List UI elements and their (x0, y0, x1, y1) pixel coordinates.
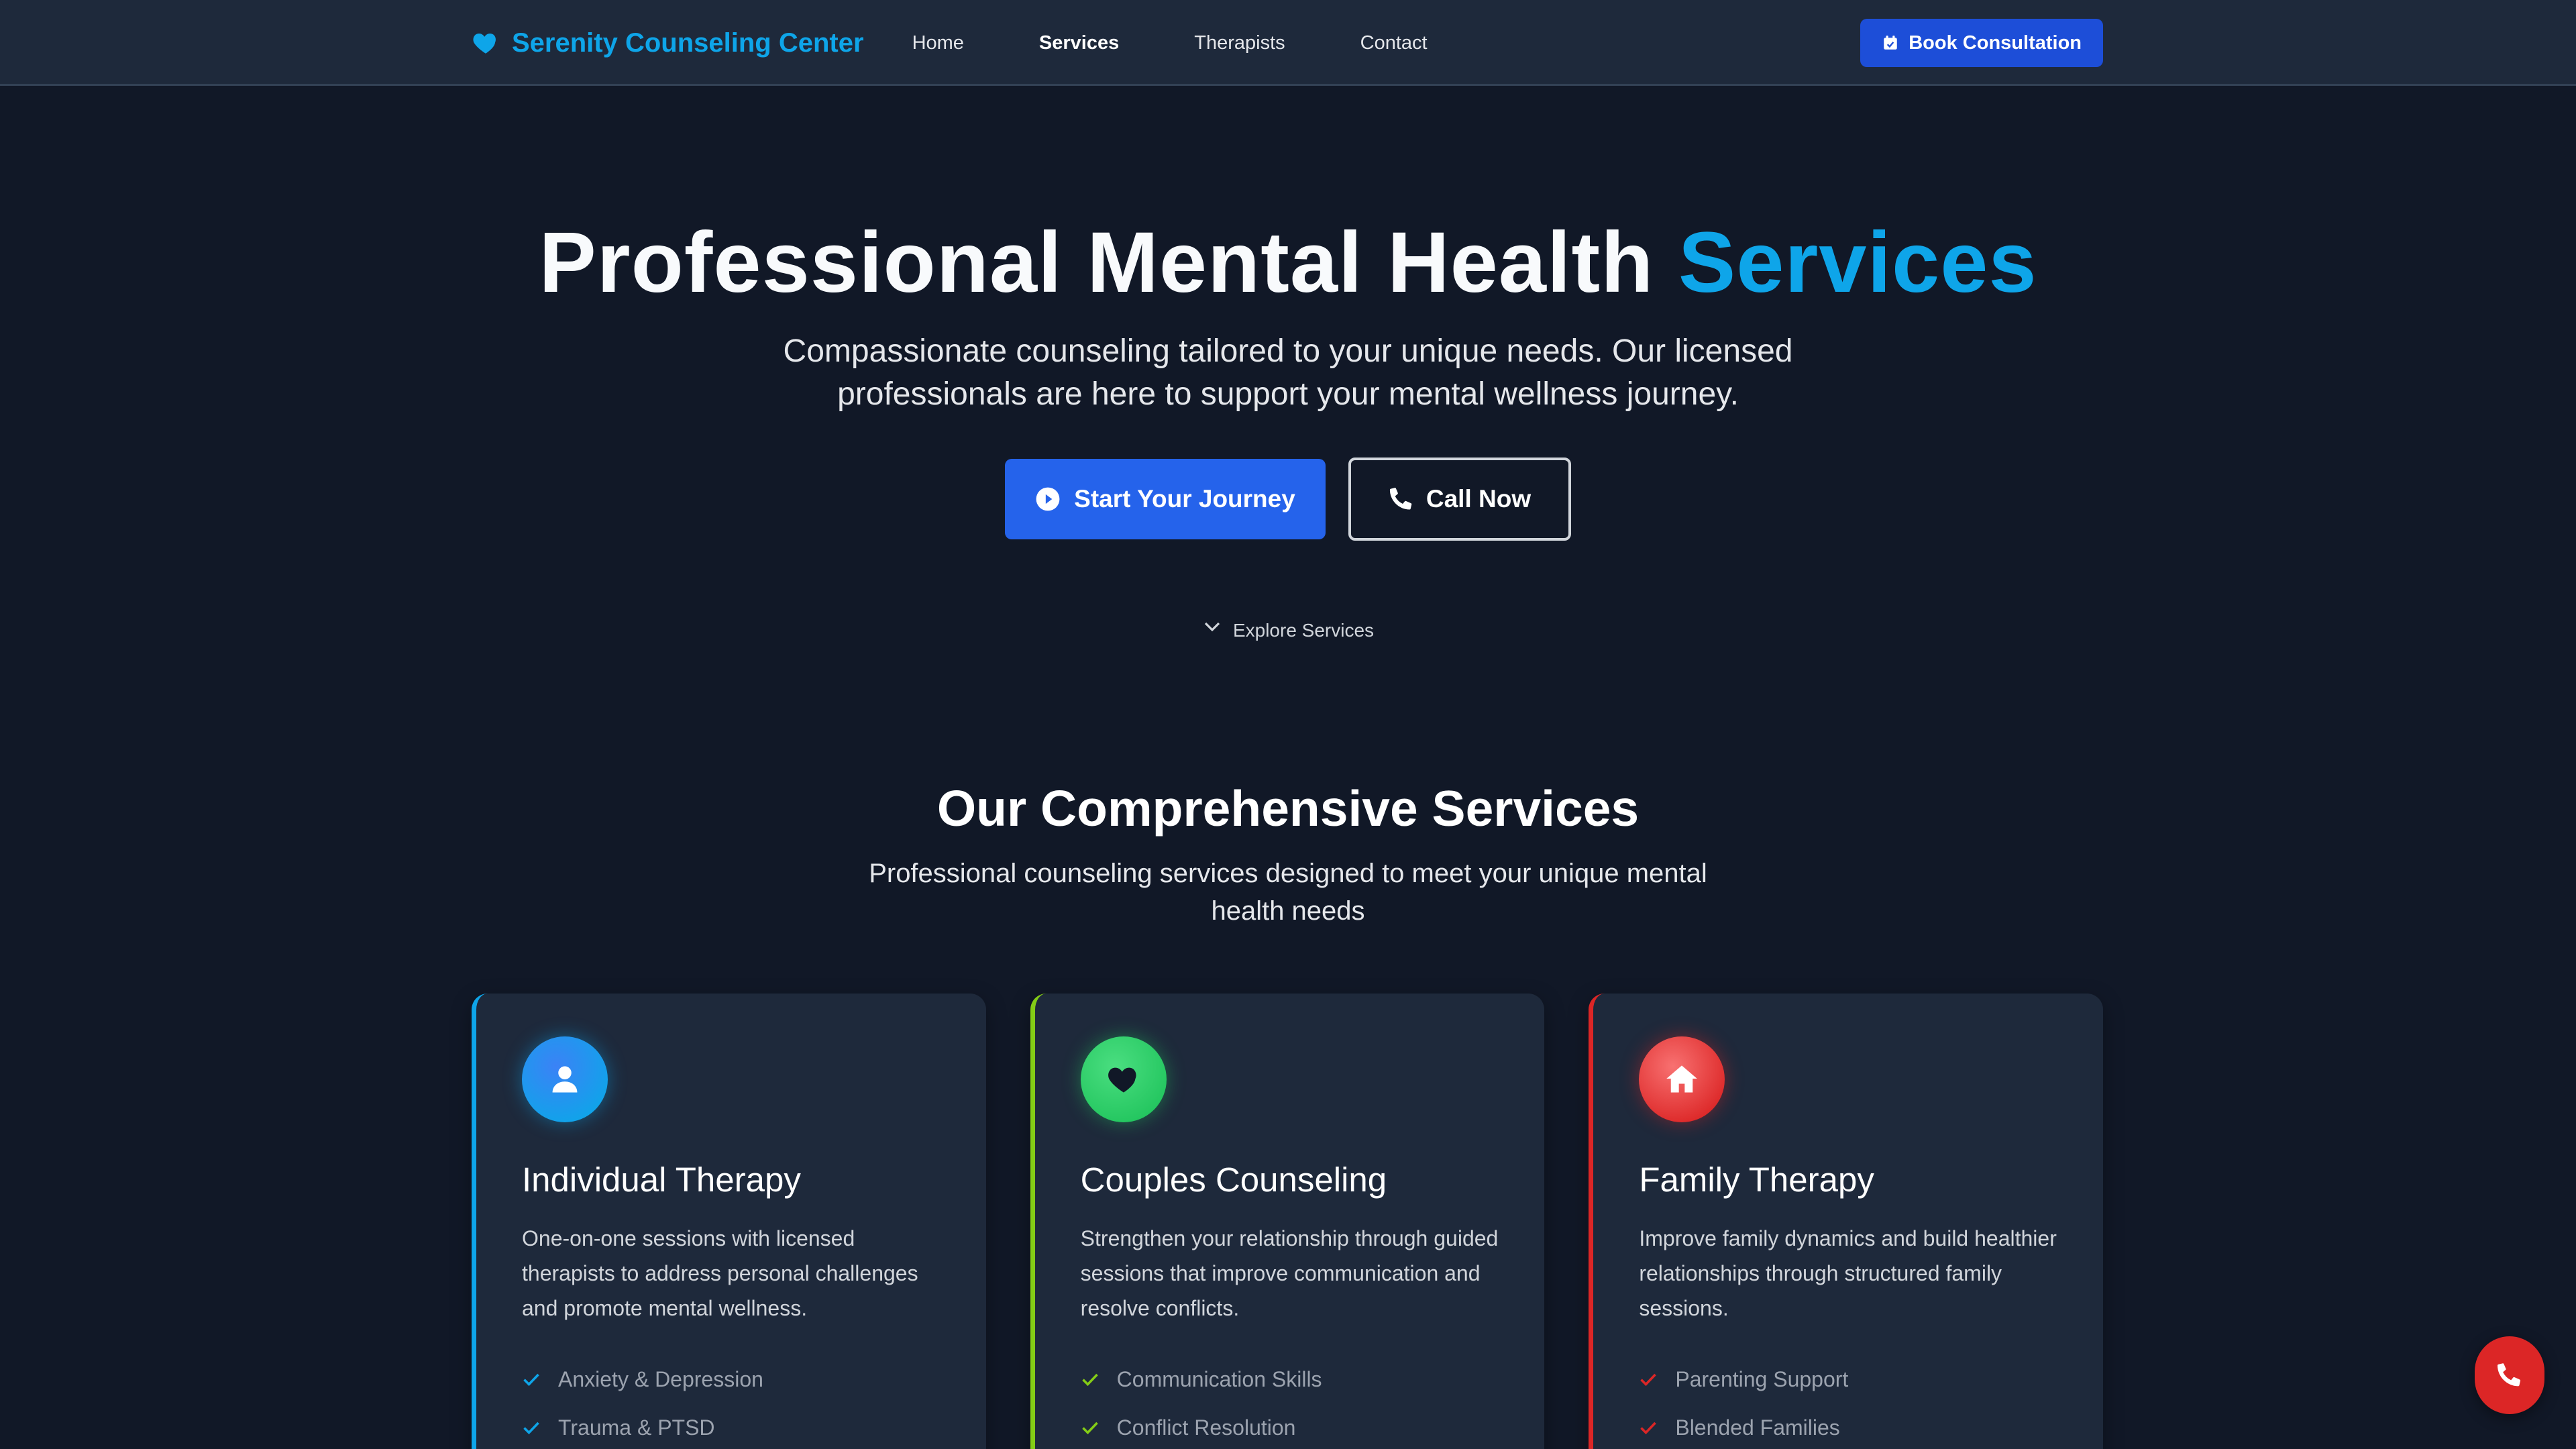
book-consultation-label: Book Consultation (1909, 32, 2082, 54)
hero-title-accent: Services (1678, 215, 2037, 311)
explore-services-link[interactable]: Explore Services (0, 620, 2576, 641)
service-title: Individual Therapy (522, 1161, 801, 1199)
services-cards: Individual Therapy One-on-one sessions w… (472, 994, 2104, 1449)
phone-icon (1389, 488, 1412, 510)
hero-title: Professional Mental Health Services (0, 213, 2576, 312)
service-features: Parenting Support Blended Families (1639, 1355, 2060, 1449)
service-title: Couples Counseling (1080, 1161, 1387, 1199)
home-icon (1666, 1065, 1698, 1093)
hero-subtitle: Compassionate counseling tailored to you… (783, 333, 1793, 412)
user-icon (552, 1066, 578, 1093)
chevron-down-icon (1204, 622, 1220, 632)
service-card-family[interactable]: Family Therapy Improve family dynamics a… (1589, 994, 2104, 1449)
list-item: Conflict Resolution (1081, 1403, 1502, 1449)
book-consultation-button[interactable]: Book Consultation (1860, 19, 2103, 67)
play-circle-icon (1036, 487, 1060, 511)
service-icon-badge (1080, 1036, 1167, 1122)
explore-services-label: Explore Services (1232, 620, 1375, 641)
feature-label: Blended Families (1675, 1415, 1840, 1440)
nav-link-therapists[interactable]: Therapists (1157, 32, 1322, 54)
start-journey-label: Start Your Journey (1074, 485, 1295, 513)
hero-actions: Start Your Journey Call Now (0, 458, 2576, 541)
nav-links: Home Services Therapists Contact (912, 32, 1465, 54)
service-icon-badge (522, 1036, 608, 1122)
list-item: Communication Skills (1081, 1355, 1502, 1403)
brand-name: Serenity Counseling Center (512, 28, 864, 58)
nav-link-services[interactable]: Services (1002, 32, 1157, 54)
service-title: Family Therapy (1639, 1161, 1874, 1199)
check-icon (1640, 1373, 1657, 1387)
feature-label: Conflict Resolution (1116, 1415, 1296, 1440)
nav-link-contact[interactable]: Contact (1323, 32, 1465, 54)
service-features: Communication Skills Conflict Resolution (1081, 1355, 1502, 1449)
nav-link-home[interactable]: Home (912, 32, 1002, 54)
brand-logo[interactable]: Serenity Counseling Center (472, 28, 864, 58)
services-subtitle: Professional counseling services designe… (869, 859, 1707, 926)
service-description: Strengthen your relationship through gui… (1080, 1226, 1499, 1320)
service-description: Improve family dynamics and build health… (1639, 1226, 2057, 1320)
service-icon-badge (1639, 1036, 1725, 1122)
check-icon (523, 1421, 539, 1435)
heart-icon (1108, 1067, 1136, 1093)
services-title: Our Comprehensive Services (936, 780, 1640, 837)
service-features: Anxiety & Depression Trauma & PTSD (522, 1355, 943, 1449)
check-icon (1640, 1421, 1657, 1435)
calendar-icon (1884, 36, 1897, 50)
list-item: Parenting Support (1639, 1355, 2060, 1403)
service-card-couples[interactable]: Couples Counseling Strengthen your relat… (1030, 994, 1545, 1449)
heart-icon (473, 34, 496, 54)
service-card-individual[interactable]: Individual Therapy One-on-one sessions w… (472, 994, 986, 1449)
service-description: One-on-one sessions with licensed therap… (522, 1226, 918, 1320)
feature-label: Parenting Support (1675, 1366, 1849, 1391)
check-icon (523, 1373, 539, 1387)
start-journey-button[interactable]: Start Your Journey (1005, 459, 1326, 539)
phone-icon (2497, 1363, 2521, 1387)
check-icon (1081, 1373, 1098, 1387)
call-now-label: Call Now (1426, 485, 1532, 513)
hero-title-main: Professional Mental Health (539, 215, 1678, 311)
check-icon (1081, 1421, 1098, 1435)
floating-call-button[interactable] (2475, 1336, 2544, 1414)
feature-label: Anxiety & Depression (558, 1366, 763, 1391)
top-navbar: Serenity Counseling Center Home Services… (0, 0, 2576, 86)
list-item: Anxiety & Depression (522, 1355, 943, 1403)
list-item: Trauma & PTSD (522, 1403, 943, 1449)
navbar-inner: Serenity Counseling Center Home Services… (472, 0, 2103, 86)
call-now-button[interactable]: Call Now (1348, 458, 1571, 541)
list-item: Blended Families (1639, 1403, 2060, 1449)
feature-label: Trauma & PTSD (558, 1415, 715, 1440)
feature-label: Communication Skills (1116, 1366, 1322, 1391)
